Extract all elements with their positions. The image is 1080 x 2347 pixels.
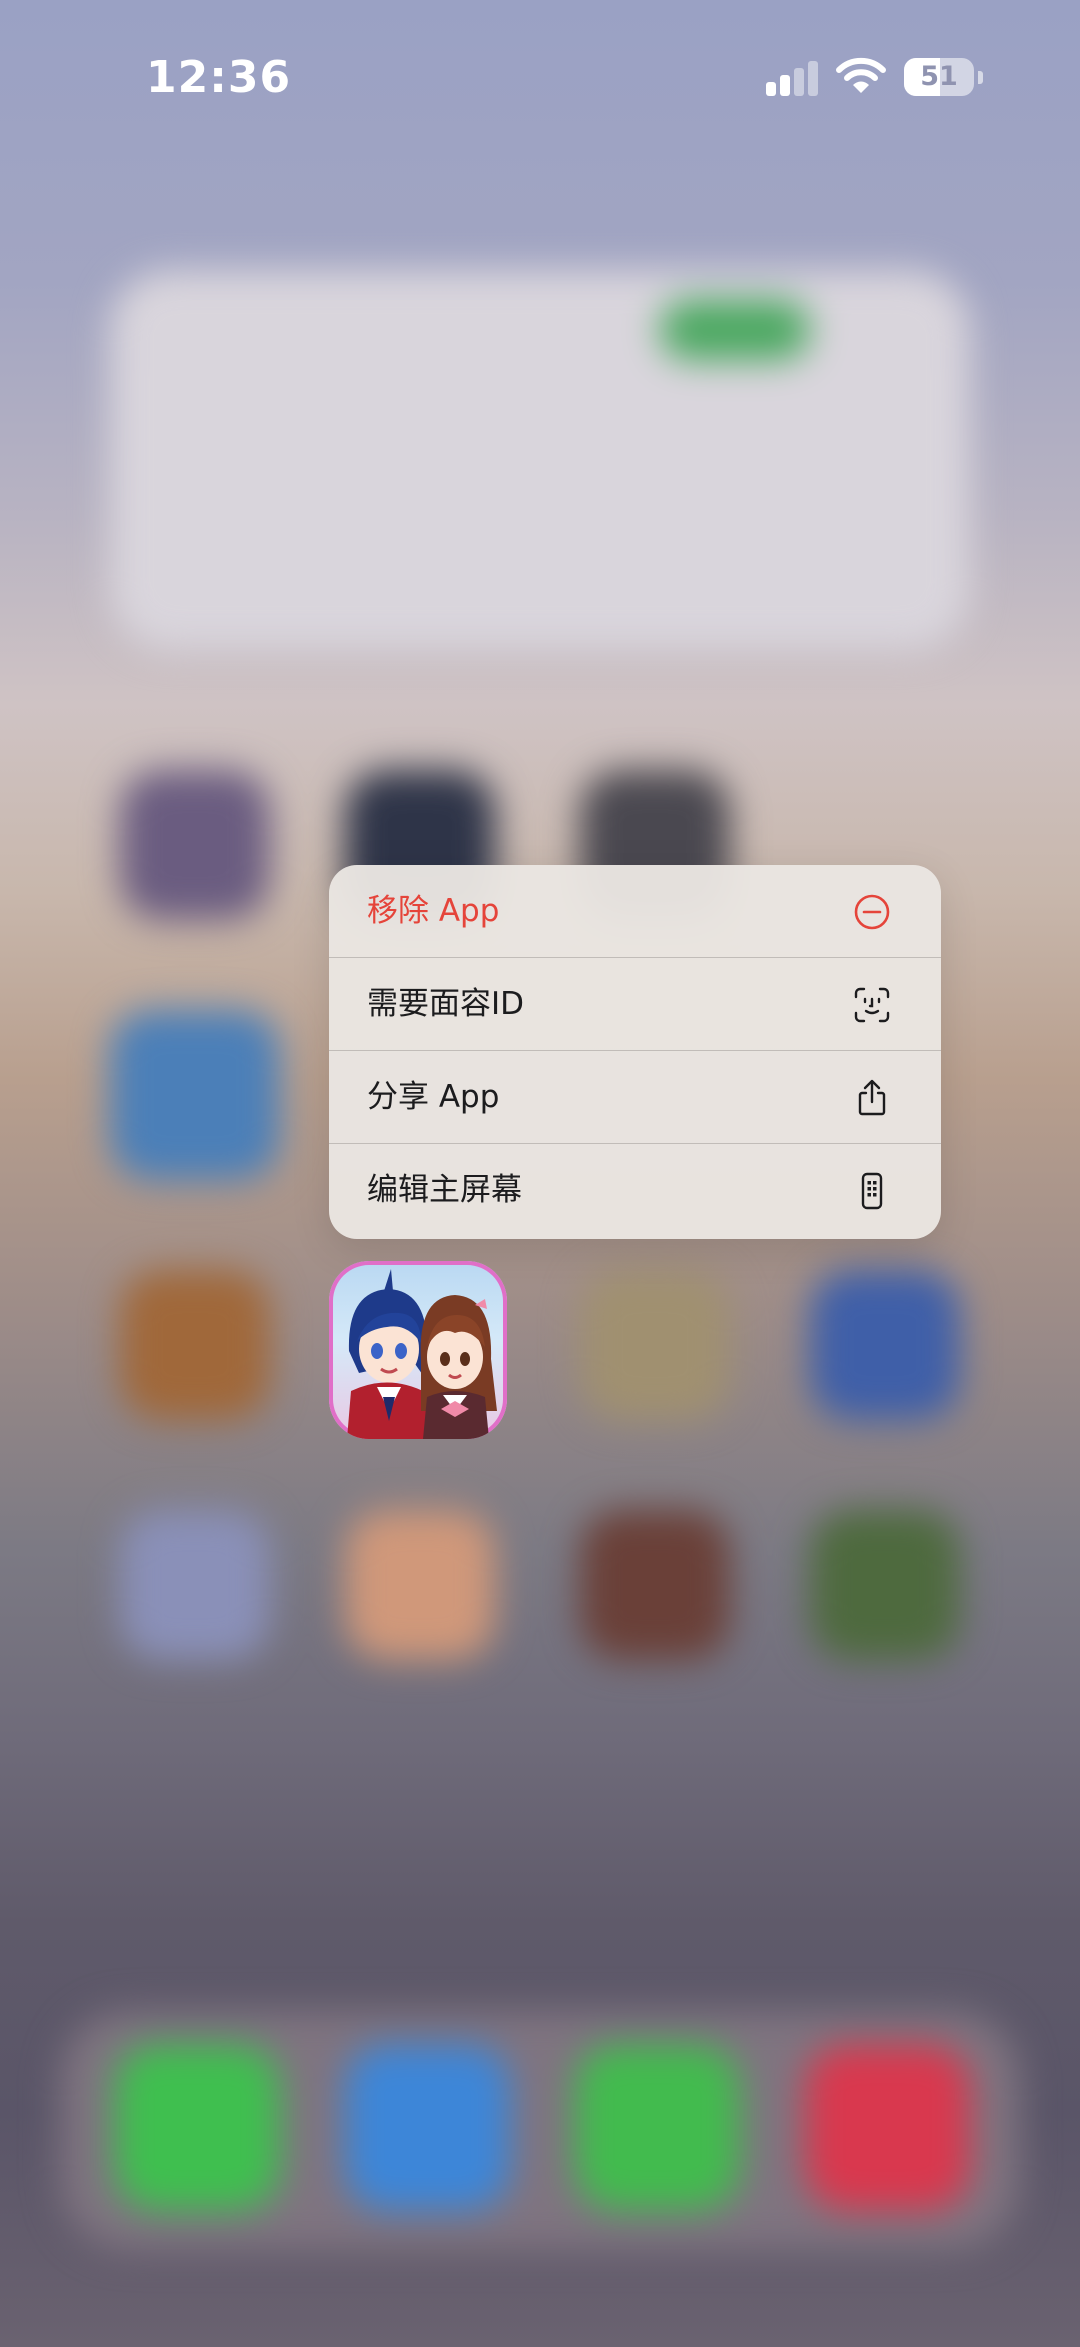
battery-indicator: 51 bbox=[904, 58, 983, 98]
status-time: 12:36 bbox=[146, 52, 292, 103]
require-face-id-menu-item[interactable]: 需要面容ID bbox=[329, 958, 941, 1051]
app-icon-blurred bbox=[120, 1510, 270, 1660]
app-icon-blurred bbox=[810, 1270, 960, 1420]
share-app-menu-item[interactable]: 分享 App bbox=[329, 1051, 941, 1144]
anime-characters-artwork bbox=[347, 1269, 497, 1439]
widget-accent-blurred bbox=[660, 300, 810, 360]
share-app-label: 分享 App bbox=[367, 1079, 500, 1115]
phone-app-blurred bbox=[115, 2045, 280, 2210]
app-icon-blurred bbox=[580, 1510, 730, 1660]
minus-circle-icon bbox=[853, 893, 891, 931]
app-icon-blurred bbox=[810, 1510, 960, 1660]
phone-icon bbox=[853, 1172, 891, 1210]
safari-app-blurred bbox=[345, 2045, 510, 2210]
widget-blurred bbox=[110, 270, 970, 650]
remove-app-label: 移除 App bbox=[367, 893, 500, 929]
remove-app-menu-item[interactable]: 移除 App bbox=[329, 865, 941, 958]
app-icon-blurred bbox=[345, 1510, 495, 1660]
face-id-icon bbox=[853, 986, 891, 1024]
battery-level-text: 51 bbox=[920, 61, 958, 92]
wifi-icon bbox=[836, 56, 886, 96]
app-icon-blurred bbox=[580, 1270, 730, 1420]
app-icon-blurred bbox=[110, 1010, 280, 1180]
app-icon-blurred bbox=[120, 770, 270, 920]
status-bar: 12:36 51 bbox=[0, 0, 1080, 160]
messages-app-blurred bbox=[575, 2045, 740, 2210]
share-icon bbox=[853, 1079, 891, 1117]
app-icon-blurred bbox=[120, 1270, 270, 1420]
sakura-school-simulator-app-icon[interactable] bbox=[329, 1261, 507, 1439]
require-face-id-label: 需要面容ID bbox=[367, 986, 525, 1022]
cellular-signal-icon bbox=[766, 60, 820, 96]
edit-home-screen-label: 编辑主屏幕 bbox=[367, 1172, 522, 1208]
edit-home-screen-menu-item[interactable]: 编辑主屏幕 bbox=[329, 1144, 941, 1237]
app-context-menu: 移除 App 需要面容ID 分享 App 编辑主屏幕 bbox=[329, 865, 941, 1239]
music-app-blurred bbox=[805, 2045, 970, 2210]
